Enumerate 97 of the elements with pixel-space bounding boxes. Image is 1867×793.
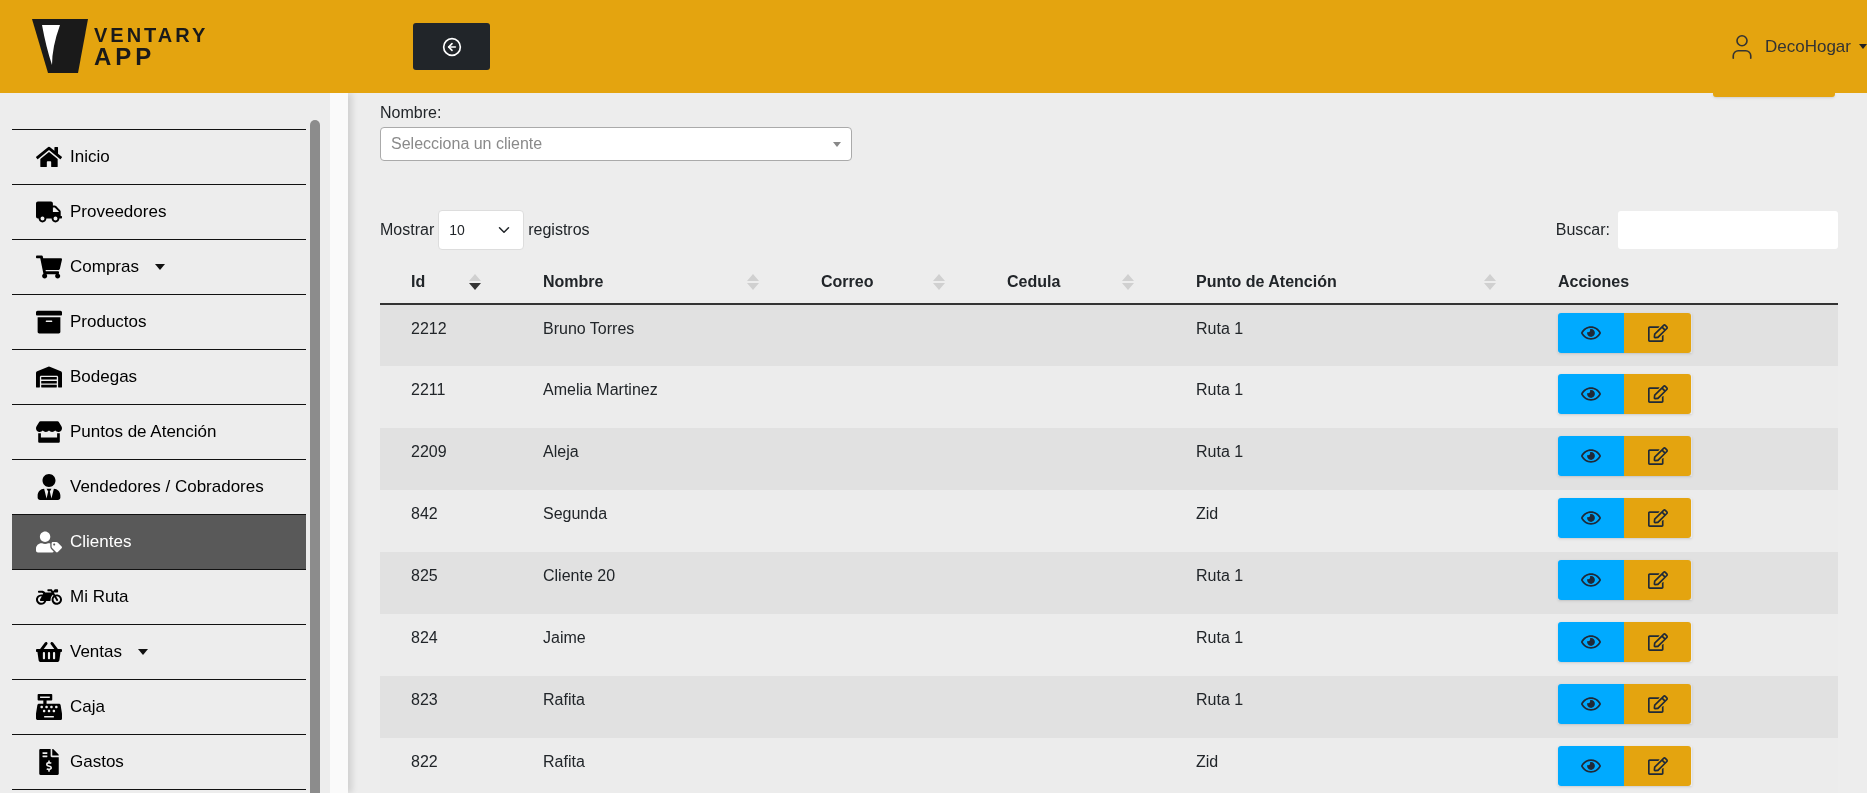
edit-icon (1647, 570, 1668, 590)
table-cell: Ruta 1 (1196, 320, 1244, 337)
sidebar-item[interactable]: Inicio (12, 130, 306, 185)
table-cell: Zid (1196, 753, 1219, 770)
edit-icon (1647, 446, 1668, 466)
menu-icon (36, 199, 62, 225)
search-label: Buscar: (1555, 220, 1610, 240)
menu-icon (36, 419, 62, 445)
table-cell: Zid (1196, 505, 1219, 522)
eye-icon (1581, 323, 1601, 343)
eye-icon (1581, 756, 1601, 776)
sidebar-item[interactable]: Productos (12, 295, 306, 350)
table-cell: Ruta 1 (1196, 567, 1244, 584)
menu-icon (36, 474, 62, 500)
logo-text: VENTARY (94, 24, 209, 45)
table-cell: Segunda (543, 505, 608, 522)
view-button[interactable] (1558, 560, 1624, 600)
table-cell: Bruno Torres (543, 320, 635, 337)
edit-icon (1647, 756, 1668, 776)
back-button[interactable] (413, 23, 491, 70)
edit-button[interactable] (1624, 436, 1691, 476)
menu-icon (36, 694, 62, 720)
sidebar-item[interactable]: Compras (12, 240, 306, 295)
table-cell: 842 (411, 505, 438, 522)
show-label: Mostrar (380, 220, 435, 240)
sidebar-item[interactable]: Gastos (12, 735, 306, 790)
eye-icon (1581, 446, 1601, 466)
table-cell: 825 (411, 567, 438, 584)
column-header[interactable]: Cedula (976, 260, 1165, 304)
table-cell: Rafita (543, 753, 585, 770)
table-cell: 822 (411, 753, 438, 770)
eye-icon (1581, 632, 1601, 652)
table-cell: Ruta 1 (1196, 691, 1244, 708)
table-cell: Rafita (543, 691, 585, 708)
client-select[interactable]: Selecciona un cliente (380, 127, 852, 161)
menu-icon (36, 144, 62, 170)
table-cell: Cliente 20 (543, 567, 616, 584)
view-button[interactable] (1558, 746, 1624, 786)
logo-text: APP (94, 44, 157, 69)
column-header[interactable]: Nombre (512, 260, 790, 304)
view-button[interactable] (1558, 436, 1624, 476)
edit-button[interactable] (1624, 374, 1691, 414)
sidebar-item[interactable]: Bodegas (12, 350, 306, 405)
edit-icon (1647, 384, 1668, 404)
edit-button[interactable] (1624, 622, 1691, 662)
table-cell: Jaime (543, 629, 586, 646)
table-cell: 2212 (411, 320, 447, 337)
edit-icon (1647, 694, 1668, 714)
view-button[interactable] (1558, 313, 1624, 353)
view-button[interactable] (1558, 622, 1624, 662)
caret-icon (154, 264, 165, 270)
table-cell: 2211 (411, 381, 446, 398)
field-label: Nombre: (380, 103, 443, 123)
column-header: Acciones (1527, 260, 1838, 304)
sidebar-item[interactable]: Proveedores (12, 185, 306, 240)
eye-icon (1581, 508, 1601, 528)
page-size-select[interactable]: 10 (438, 210, 525, 250)
edit-button[interactable] (1624, 684, 1691, 724)
eye-icon (1581, 570, 1601, 590)
caret-icon (138, 649, 148, 655)
view-button[interactable] (1558, 498, 1624, 538)
menu-icon (36, 639, 62, 665)
menu-icon (36, 749, 62, 775)
table-cell: Ruta 1 (1196, 381, 1244, 398)
menu-icon (36, 529, 62, 555)
user-menu[interactable]: DecoHogar (1727, 31, 1867, 62)
table-cell: Amelia Martinez (543, 381, 658, 398)
caret-icon (833, 141, 841, 147)
edit-button[interactable] (1624, 560, 1691, 600)
view-button[interactable] (1558, 374, 1624, 414)
edit-icon (1647, 632, 1668, 652)
table-cell: Ruta 1 (1196, 443, 1244, 460)
eye-icon (1581, 384, 1601, 404)
sidebar-item[interactable]: Caja (12, 680, 306, 735)
sidebar-item[interactable]: Puntos de Atención (12, 405, 306, 460)
sidebar-item[interactable]: Mi Ruta (12, 570, 306, 625)
records-label: registros (528, 220, 590, 240)
table-cell: 824 (411, 629, 438, 646)
sidebar-item[interactable]: Clientes (12, 515, 306, 570)
menu-icon (36, 364, 62, 390)
column-header[interactable]: Punto de Atención (1165, 260, 1527, 304)
column-header[interactable]: Correo (790, 260, 976, 304)
edit-button[interactable] (1624, 313, 1691, 353)
menu-icon (36, 254, 62, 280)
edit-icon (1647, 508, 1668, 528)
edit-button[interactable] (1624, 498, 1691, 538)
table-cell: Ruta 1 (1196, 629, 1244, 646)
edit-icon (1647, 323, 1668, 343)
column-header[interactable]: Id (380, 260, 512, 304)
edit-button[interactable] (1624, 746, 1691, 786)
eye-icon (1581, 694, 1601, 714)
sidebar-item[interactable]: Ventas (12, 625, 306, 680)
view-button[interactable] (1558, 684, 1624, 724)
table-cell: 823 (411, 691, 438, 708)
table-cell: 2209 (411, 443, 447, 460)
table-cell: Aleja (543, 443, 579, 460)
menu-icon (36, 309, 62, 335)
